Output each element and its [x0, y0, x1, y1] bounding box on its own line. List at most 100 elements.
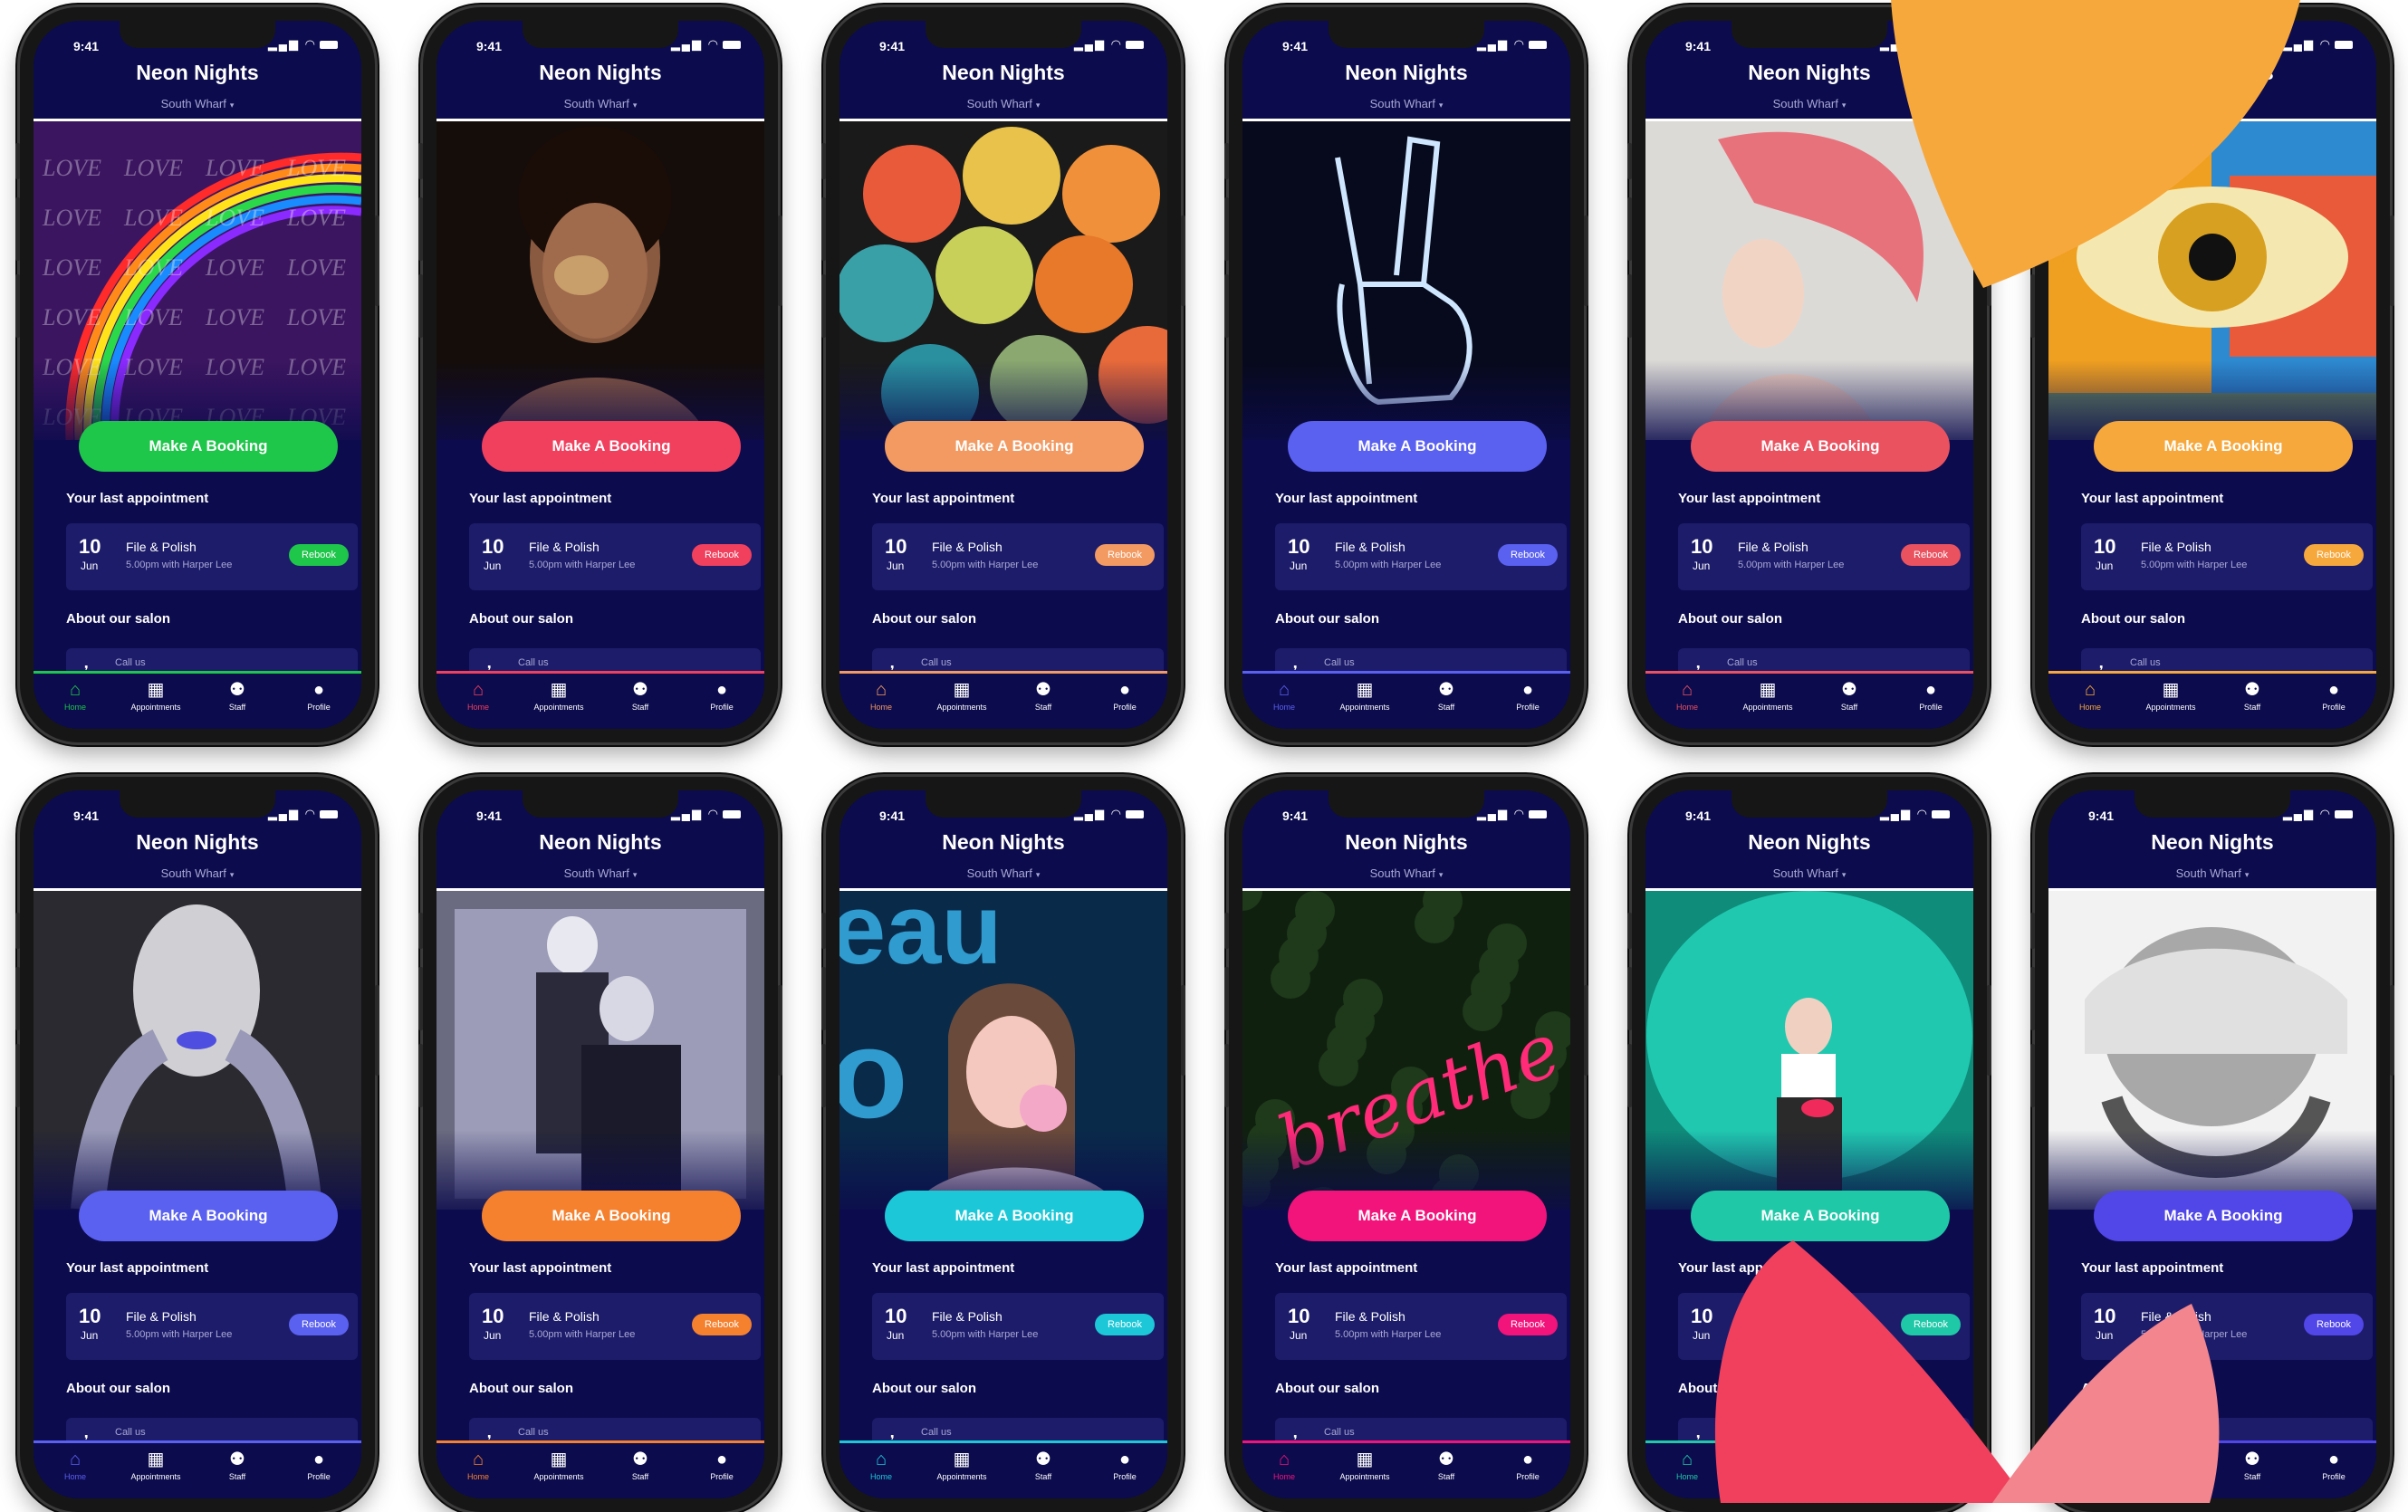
make-booking-button[interactable]: Make A Booking [2094, 421, 2353, 472]
tab-profile[interactable]: ● Profile [1890, 679, 1971, 712]
location-selector[interactable]: South Wharf ▾ [1645, 97, 1973, 110]
tab-staff[interactable]: ⚉ Staff [1003, 679, 1084, 712]
appointment-card[interactable]: 10 Jun File & Polish 5.00pm with Harper … [469, 523, 761, 590]
location-selector[interactable]: South Wharf ▾ [2048, 866, 2376, 880]
location-selector[interactable]: South Wharf ▾ [437, 866, 764, 880]
tab-staff[interactable]: ⚉ Staff [1003, 1449, 1084, 1481]
tab-appointments[interactable]: ▦ Appointments [1324, 1449, 1405, 1481]
tab-home[interactable]: ⌂ Home [1243, 1449, 1325, 1481]
location-selector[interactable]: South Wharf ▾ [839, 866, 1167, 880]
tab-staff[interactable]: ⚉ Staff [600, 1449, 681, 1481]
appointment-card[interactable]: 10 Jun File & Polish 5.00pm with Harper … [1678, 1293, 1970, 1360]
make-booking-button[interactable]: Make A Booking [1691, 421, 1950, 472]
appointment-card[interactable]: 10 Jun File & Polish 5.00pm with Harper … [1678, 523, 1970, 590]
location-selector[interactable]: South Wharf ▾ [1242, 97, 1570, 110]
chevron-down-icon: ▾ [1438, 100, 1444, 110]
location-selector[interactable]: South Wharf ▾ [437, 97, 764, 110]
appointment-card[interactable]: 10 Jun File & Polish 5.00pm with Harper … [1275, 523, 1567, 590]
location-selector[interactable]: South Wharf ▾ [1242, 866, 1570, 880]
tab-profile[interactable]: ● Profile [278, 679, 360, 712]
tab-appointments[interactable]: ▦ Appointments [921, 679, 1003, 712]
tab-profile[interactable]: ● Profile [1890, 1449, 1971, 1481]
make-booking-button[interactable]: Make A Booking [482, 1191, 741, 1241]
tab-staff[interactable]: ⚉ Staff [1405, 679, 1487, 712]
tab-home[interactable]: ⌂ Home [1646, 1449, 1728, 1481]
phone-mockup: 9:41 ▂▄▆ ◠ Neon Nights South Wharf ▾ Make… [821, 7, 1185, 742]
tab-appointments[interactable]: ▦ Appointments [2130, 1449, 2211, 1481]
appointment-card[interactable]: 10 Jun File & Polish 5.00pm with Harper … [2081, 1293, 2373, 1360]
location-selector[interactable]: South Wharf ▾ [2048, 97, 2376, 110]
tab-profile[interactable]: ● Profile [2293, 679, 2374, 712]
appointment-card[interactable]: 10 Jun File & Polish 5.00pm with Harper … [872, 523, 1164, 590]
tab-profile[interactable]: ● Profile [1084, 679, 1166, 712]
location-selector[interactable]: South Wharf ▾ [34, 97, 361, 110]
tab-appointments[interactable]: ▦ Appointments [1324, 679, 1405, 712]
tab-staff[interactable]: ⚉ Staff [197, 679, 278, 712]
rebook-button[interactable]: Rebook [1095, 1314, 1155, 1335]
make-booking-button[interactable]: Make A Booking [1691, 1191, 1950, 1241]
tab-appointments[interactable]: ▦ Appointments [518, 1449, 600, 1481]
tab-home[interactable]: ⌂ Home [2049, 1449, 2131, 1481]
tab-staff[interactable]: ⚉ Staff [2211, 1449, 2293, 1481]
tab-profile[interactable]: ● Profile [1084, 1449, 1166, 1481]
tab-staff[interactable]: ⚉ Staff [2211, 679, 2293, 712]
tab-home[interactable]: ⌂ Home [840, 679, 922, 712]
tab-home[interactable]: ⌂ Home [437, 679, 519, 712]
make-booking-button[interactable]: Make A Booking [2094, 1191, 2353, 1241]
tab-staff[interactable]: ⚉ Staff [197, 1449, 278, 1481]
tab-appointments[interactable]: ▦ Appointments [1727, 679, 1808, 712]
appointment-card[interactable]: 10 Jun File & Polish 5.00pm with Harper … [66, 1293, 358, 1360]
tab-home[interactable]: ⌂ Home [2049, 679, 2131, 712]
tab-home[interactable]: ⌂ Home [1646, 679, 1728, 712]
make-booking-button[interactable]: Make A Booking [79, 1191, 338, 1241]
make-booking-button[interactable]: Make A Booking [79, 421, 338, 472]
rebook-button[interactable]: Rebook [1095, 544, 1155, 566]
make-booking-button[interactable]: Make A Booking [885, 1191, 1144, 1241]
tab-appointments[interactable]: ▦ Appointments [1727, 1449, 1808, 1481]
rebook-button[interactable]: Rebook [2304, 544, 2364, 566]
make-booking-button[interactable]: Make A Booking [1288, 1191, 1547, 1241]
make-booking-button[interactable]: Make A Booking [885, 421, 1144, 472]
location-selector[interactable]: South Wharf ▾ [839, 97, 1167, 110]
tab-appointments[interactable]: ▦ Appointments [115, 1449, 197, 1481]
tab-staff[interactable]: ⚉ Staff [1808, 1449, 1890, 1481]
appointment-card[interactable]: 10 Jun File & Polish 5.00pm with Harper … [872, 1293, 1164, 1360]
appointment-card[interactable]: 10 Jun File & Polish 5.00pm with Harper … [66, 523, 358, 590]
location-selector[interactable]: South Wharf ▾ [1645, 866, 1973, 880]
tab-profile[interactable]: ● Profile [2293, 1449, 2374, 1481]
tab-home[interactable]: ⌂ Home [34, 1449, 116, 1481]
tab-profile[interactable]: ● Profile [681, 679, 763, 712]
tab-home[interactable]: ⌂ Home [840, 1449, 922, 1481]
rebook-button[interactable]: Rebook [1498, 544, 1558, 566]
tab-staff[interactable]: ⚉ Staff [1405, 1449, 1487, 1481]
make-booking-button[interactable]: Make A Booking [1288, 421, 1547, 472]
tab-appointments[interactable]: ▦ Appointments [2130, 679, 2211, 712]
appointment-card[interactable]: 10 Jun File & Polish 5.00pm with Harper … [469, 1293, 761, 1360]
rebook-button[interactable]: Rebook [289, 1314, 349, 1335]
make-booking-button[interactable]: Make A Booking [482, 421, 741, 472]
tab-profile[interactable]: ● Profile [278, 1449, 360, 1481]
rebook-button[interactable]: Rebook [1498, 1314, 1558, 1335]
rebook-button[interactable]: Rebook [289, 544, 349, 566]
tab-profile[interactable]: ● Profile [1487, 679, 1569, 712]
tab-staff[interactable]: ⚉ Staff [1808, 679, 1890, 712]
tab-staff[interactable]: ⚉ Staff [600, 679, 681, 712]
appointment-card[interactable]: 10 Jun File & Polish 5.00pm with Harper … [2081, 523, 2373, 590]
tab-home[interactable]: ⌂ Home [437, 1449, 519, 1481]
tab-appointments[interactable]: ▦ Appointments [921, 1449, 1003, 1481]
rebook-button[interactable]: Rebook [692, 544, 752, 566]
tab-profile[interactable]: ● Profile [1487, 1449, 1569, 1481]
tab-home[interactable]: ⌂ Home [1243, 679, 1325, 712]
rebook-button[interactable]: Rebook [2304, 1314, 2364, 1335]
tab-profile[interactable]: ● Profile [681, 1449, 763, 1481]
tab-appointments[interactable]: ▦ Appointments [115, 679, 197, 712]
rebook-button[interactable]: Rebook [692, 1314, 752, 1335]
rebook-button[interactable]: Rebook [1901, 544, 1961, 566]
rebook-button[interactable]: Rebook [1901, 1314, 1961, 1335]
last-appointment-heading: Your last appointment [1275, 1260, 1418, 1276]
appointment-card[interactable]: 10 Jun File & Polish 5.00pm with Harper … [1275, 1293, 1567, 1360]
tab-home[interactable]: ⌂ Home [34, 679, 116, 712]
tab-label: Home [63, 1472, 86, 1481]
location-selector[interactable]: South Wharf ▾ [34, 866, 361, 880]
tab-appointments[interactable]: ▦ Appointments [518, 679, 600, 712]
